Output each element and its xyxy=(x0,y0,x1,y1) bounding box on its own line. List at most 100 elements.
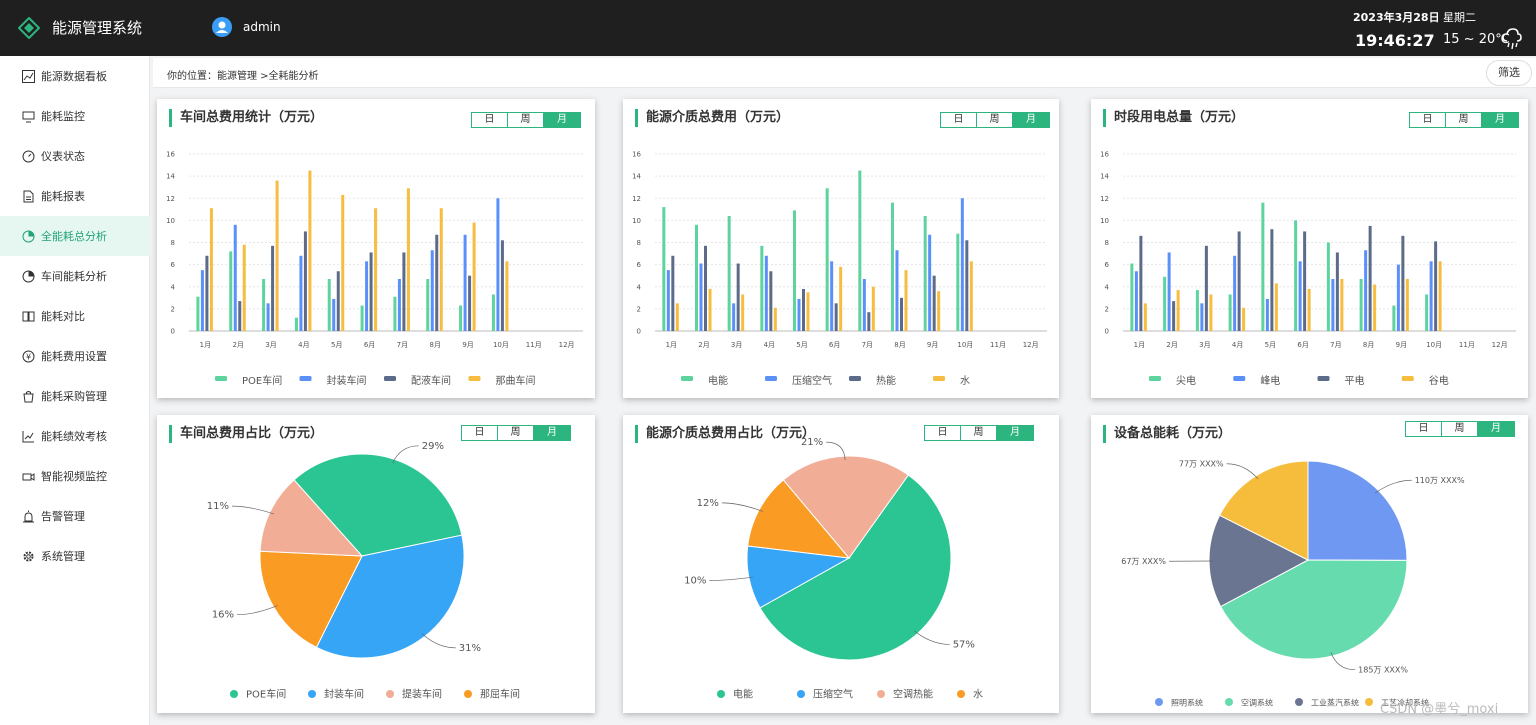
sidebar-item-label: 智能视频监控 xyxy=(41,470,107,483)
slice-label: 10% xyxy=(684,576,706,587)
energy-medium-bar-chart: 0 2 4 6 8 10 12 14 16 1月 2月 3月 4月 5月 6月 7月 8月 9月 10月 11月 12月… xyxy=(632,151,1047,387)
bar xyxy=(242,244,246,331)
legend-swatch xyxy=(717,690,725,698)
x-tick-label: 7月 xyxy=(1330,341,1341,349)
bar xyxy=(426,279,430,331)
workshop-cost-pie-panel: 车间总费用占比（万元） 日 周 月 29% 31% 16% 11% POE车间 封装车间提… xyxy=(157,415,595,713)
bar xyxy=(1368,225,1372,331)
sidebar-item-report[interactable]: 能耗报表 xyxy=(0,176,150,216)
y-tick-label: 12 xyxy=(166,195,175,203)
x-tick-label: 10月 xyxy=(957,341,973,349)
top-header: 能源管理系统 admin 2023年3月28日 星期二 19:46:27 15 … xyxy=(0,0,1536,56)
legend-swatch xyxy=(384,376,396,381)
bar xyxy=(895,250,899,331)
x-tick-label: 9月 xyxy=(927,341,938,349)
sidebar-item-video[interactable]: 智能视频监控 xyxy=(0,456,150,496)
sidebar-item-dashboard[interactable]: 能源数据看板 xyxy=(0,56,150,96)
slice-label: 57% xyxy=(953,639,975,650)
bar xyxy=(1167,252,1171,331)
bar xyxy=(1270,229,1274,331)
x-tick-label: 2月 xyxy=(233,341,244,349)
bar xyxy=(1425,294,1429,331)
label-leader-line xyxy=(237,605,278,616)
legend-swatch xyxy=(1233,376,1246,381)
bar xyxy=(1303,231,1307,331)
bar xyxy=(1294,220,1298,331)
sidebar-item-workshop-analysis[interactable]: 车间能耗分析 xyxy=(0,256,150,296)
slice-label: 67万 XXX% xyxy=(1121,557,1166,566)
energy-medium-pie-panel: 能源介质总费用占比（万元） 日 周 月 57% 10% 12% 21% 电能 压缩空气 空调… xyxy=(623,415,1059,713)
bar xyxy=(463,234,467,331)
legend-swatch xyxy=(468,376,481,381)
y-tick-label: 16 xyxy=(1100,151,1109,159)
y-tick-label: 6 xyxy=(1105,261,1110,269)
bar xyxy=(1176,290,1180,331)
filter-button[interactable]: 筛选 xyxy=(1486,60,1532,86)
bar xyxy=(360,305,364,331)
bar xyxy=(365,261,369,331)
x-tick-label: 2月 xyxy=(698,341,709,349)
y-tick-label: 16 xyxy=(166,151,175,159)
x-tick-label: 10月 xyxy=(493,341,509,349)
y-tick-label: 4 xyxy=(171,283,176,291)
legend-label: 热能 xyxy=(876,374,896,387)
y-tick-label: 2 xyxy=(171,305,175,313)
y-tick-label: 8 xyxy=(1105,239,1109,247)
sidebar-item-total-analysis[interactable]: 全能耗总分析 xyxy=(0,216,150,256)
legend-swatch xyxy=(933,376,945,381)
sidebar-item-system[interactable]: 系统管理 xyxy=(0,536,150,576)
legend-swatch xyxy=(877,690,885,698)
x-tick-label: 8月 xyxy=(430,341,441,349)
energy-medium-pie-chart: 57% 10% 12% 21% 电能 压缩空气 空调热能 水 xyxy=(684,437,983,700)
bar xyxy=(1405,279,1409,331)
legend-label: 那曲车间 xyxy=(496,374,536,387)
sidebar-item-compare[interactable]: 能耗对比 xyxy=(0,296,150,336)
bar xyxy=(374,208,378,331)
sidebar-item-monitor[interactable]: 能耗监控 xyxy=(0,96,150,136)
user-avatar-icon[interactable] xyxy=(212,17,232,37)
bar xyxy=(1200,303,1204,331)
legend-swatch xyxy=(464,690,472,698)
bar xyxy=(500,240,504,331)
x-tick-label: 3月 xyxy=(731,341,742,349)
y-tick-label: 6 xyxy=(637,261,642,269)
x-tick-label: 9月 xyxy=(1396,341,1407,349)
bar xyxy=(238,301,242,331)
legend-swatch xyxy=(215,376,227,381)
alarm-icon xyxy=(23,510,34,522)
label-leader-line xyxy=(721,502,763,512)
sidebar-item-label: 全能耗总分析 xyxy=(41,230,107,243)
bar xyxy=(1396,264,1400,331)
period-electricity-bar-panel: 时段用电总量（万元） 日 周 月 0 2 4 6 8 10 12 14 16 1月 2月 3月 4月 5月… xyxy=(1091,99,1528,398)
x-tick-label: 1月 xyxy=(200,341,211,349)
sidebar-item-performance[interactable]: 能耗绩效考核 xyxy=(0,416,150,456)
legend-label: 照明系统 xyxy=(1171,698,1203,708)
x-tick-label: 7月 xyxy=(397,341,408,349)
slice-label: 29% xyxy=(422,441,444,452)
legend-label: 封装车间 xyxy=(324,688,364,701)
y-tick-label: 12 xyxy=(1100,195,1109,203)
bar xyxy=(1143,303,1147,331)
slice-label: 185万 XXX% xyxy=(1358,666,1408,675)
sidebar-item-label: 能耗采购管理 xyxy=(41,390,107,403)
current-time: 19:46:27 xyxy=(1355,31,1435,50)
period-electricity-bar-chart: 0 2 4 6 8 10 12 14 16 1月 2月 3月 4月 5月 6月 7月 8月 9月 10月 11月 12月… xyxy=(1100,151,1516,387)
bar xyxy=(891,202,894,331)
y-tick-label: 4 xyxy=(637,283,642,291)
slice-label: 12% xyxy=(697,498,719,509)
y-tick-label: 2 xyxy=(1105,305,1109,313)
bar xyxy=(229,251,233,331)
sidebar-item-fee-settings[interactable]: ¥ 能耗费用设置 xyxy=(0,336,150,376)
sidebar-item-alarm[interactable]: 告警管理 xyxy=(0,496,150,536)
x-tick-label: 8月 xyxy=(1363,341,1374,349)
bar xyxy=(402,252,406,331)
sidebar-item-meter-status[interactable]: 仪表状态 xyxy=(0,136,150,176)
bar xyxy=(825,188,829,331)
bar xyxy=(773,307,777,331)
bar xyxy=(793,210,796,331)
user-name[interactable]: admin xyxy=(243,20,281,34)
legend-label: 压缩空气 xyxy=(792,374,832,387)
sidebar-item-purchase[interactable]: 能耗采购管理 xyxy=(0,376,150,416)
label-leader-line xyxy=(1375,479,1412,494)
bar xyxy=(1364,250,1368,331)
